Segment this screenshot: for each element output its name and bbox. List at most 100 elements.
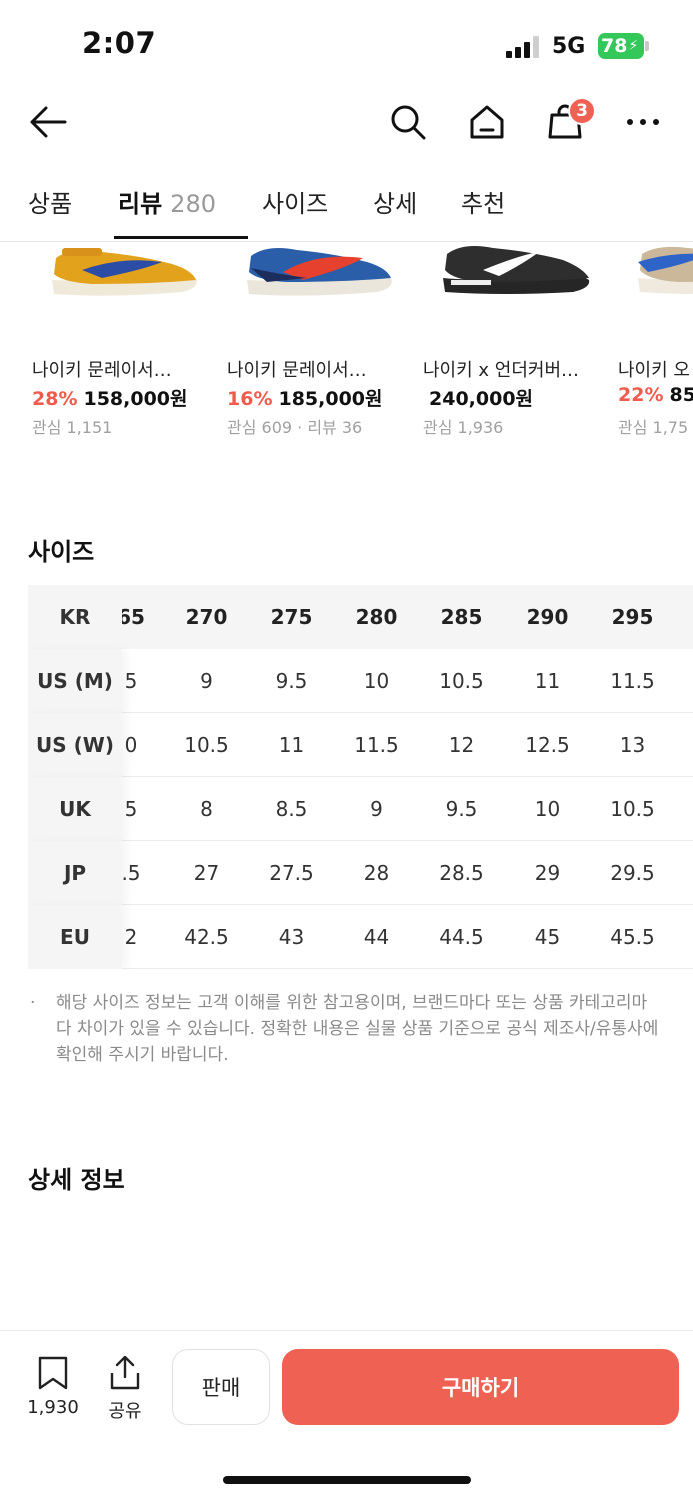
product-price: 185,000원 <box>278 388 383 410</box>
bottom-action-bar: 1,930 공유 판매 구매하기 <box>0 1330 693 1500</box>
tab-bar: 상품 리뷰 280 사이즈 상세 추천 <box>0 170 693 242</box>
size-cell: 11.5 <box>610 669 655 693</box>
product-image <box>423 242 603 342</box>
bullet-dot: · <box>30 993 36 1013</box>
size-cell: 285 <box>440 605 483 629</box>
buy-button[interactable]: 구매하기 <box>282 1349 679 1425</box>
product-meta: 관심 1,936 <box>423 418 504 437</box>
size-cell: 29 <box>534 861 561 885</box>
share-button[interactable]: 공유 <box>100 1355 150 1423</box>
search-icon[interactable] <box>386 100 430 144</box>
product-name: 나이키 x 언더커버… <box>423 360 580 381</box>
size-row-kr: KR 65 270 275 280 285 290 295 <box>28 585 693 649</box>
product-meta: 관심 1,75 <box>618 418 689 437</box>
size-cell: 275 <box>270 605 313 629</box>
product-meta: 관심 1,151 <box>32 418 113 437</box>
size-cell: 10.5 <box>610 797 655 821</box>
size-section-title: 사이즈 <box>28 538 95 566</box>
bookmark-button[interactable]: 1,930 <box>24 1355 82 1418</box>
size-cell: 12 <box>448 733 475 757</box>
product-card[interactable]: 나이키 문레이서… 16% 185,000원 관심 609 · 리뷰 36 <box>227 242 407 437</box>
size-cell: 28 <box>363 861 390 885</box>
size-cell: 10.5 <box>439 669 484 693</box>
recommended-products-carousel: 나이키 문레이서… 28% 158,000원 관심 1,151 나이키 문레이서…… <box>0 242 693 452</box>
home-indicator <box>223 1476 471 1484</box>
tab-review-label: 리뷰 <box>118 190 163 218</box>
size-row-label: US (M) <box>28 649 122 713</box>
size-row-uk: UK 5 8 8.5 9 9.5 10 10.5 <box>28 777 693 841</box>
product-price-row: 16% 185,000원 <box>227 384 383 411</box>
sell-button[interactable]: 판매 <box>172 1349 270 1425</box>
tab-active-indicator <box>114 236 248 239</box>
size-cell: 10.5 <box>184 733 229 757</box>
size-row-label: EU <box>28 905 122 969</box>
bookmark-count: 1,930 <box>27 1397 79 1418</box>
size-cell: 10 <box>534 797 561 821</box>
size-notice-text: 해당 사이즈 정보는 고객 이해를 위한 참고용이며, 브랜드마다 또는 상품 … <box>56 993 659 1065</box>
size-notice: · 해당 사이즈 정보는 고객 이해를 위한 참고용이며, 브랜드마다 또는 상… <box>30 990 660 1068</box>
size-cell: 9 <box>370 797 383 821</box>
back-arrow-icon[interactable] <box>26 100 70 144</box>
size-row-label: US (W) <box>28 713 122 777</box>
size-cell: 27 <box>193 861 220 885</box>
product-discount: 22% <box>618 384 664 406</box>
size-cell: 10 <box>363 669 390 693</box>
product-card[interactable]: 나이키 오 22% 85 관심 1,75 <box>618 242 693 437</box>
product-name: 나이키 오 <box>618 360 690 381</box>
size-cell: 280 <box>355 605 398 629</box>
battery-icon: 78 ⚡ <box>598 33 644 59</box>
product-price-row: 22% 85 <box>618 384 693 406</box>
size-cell: 9.5 <box>275 669 308 693</box>
share-icon <box>110 1355 140 1390</box>
size-cell: 28.5 <box>439 861 484 885</box>
tab-review-count: 280 <box>170 190 216 218</box>
tab-recommend[interactable]: 추천 <box>461 184 505 219</box>
product-discount: 16% <box>227 388 273 410</box>
product-price-row: 28% 158,000원 <box>32 384 188 411</box>
product-card[interactable]: 나이키 문레이서… 28% 158,000원 관심 1,151 <box>32 242 212 437</box>
size-row-label: JP <box>28 841 122 905</box>
size-cell: 270 <box>185 605 228 629</box>
cart-badge: 3 <box>568 97 596 125</box>
product-image <box>618 242 693 342</box>
size-row-label: KR <box>28 585 122 649</box>
size-cell: 29.5 <box>610 861 655 885</box>
size-cell: 44.5 <box>439 925 484 949</box>
size-cell: 11 <box>278 733 305 757</box>
product-price: 158,000원 <box>83 388 188 410</box>
size-cell: 8.5 <box>275 797 308 821</box>
product-name: 나이키 문레이서… <box>32 360 172 381</box>
size-cell: 45 <box>534 925 561 949</box>
product-image <box>227 242 407 342</box>
status-time: 2:07 <box>82 26 157 60</box>
size-cell: 44 <box>363 925 390 949</box>
size-cell: 12.5 <box>525 733 570 757</box>
product-price: 240,000원 <box>429 388 534 410</box>
size-cell: 11 <box>534 669 561 693</box>
size-cell: 9 <box>200 669 213 693</box>
detail-section-title: 상세 정보 <box>28 1166 125 1194</box>
product-discount: 28% <box>32 388 78 410</box>
battery-cap <box>645 41 649 51</box>
size-cell: 42.5 <box>184 925 229 949</box>
tab-detail[interactable]: 상세 <box>373 184 417 219</box>
size-cell: 45.5 <box>610 925 655 949</box>
home-icon[interactable] <box>465 100 509 144</box>
product-price-row: 240,000원 <box>423 384 533 411</box>
network-type: 5G <box>552 34 586 59</box>
size-cell: 8 <box>200 797 213 821</box>
product-card[interactable]: 나이키 x 언더커버… 240,000원 관심 1,936 <box>423 242 603 437</box>
battery-level: 78 <box>601 35 628 57</box>
size-row-jp: JP .5 27 27.5 28 28.5 29 29.5 <box>28 841 693 905</box>
size-cell: 9.5 <box>445 797 478 821</box>
tab-size[interactable]: 사이즈 <box>262 184 328 219</box>
more-icon[interactable] <box>621 100 665 144</box>
size-cell: 27.5 <box>269 861 314 885</box>
size-cell: 295 <box>611 605 654 629</box>
size-cell: 290 <box>526 605 569 629</box>
size-chart-table[interactable]: KR 65 270 275 280 285 290 295 US (M) 5 9… <box>28 585 693 969</box>
size-row-us-w: US (W) 0 10.5 11 11.5 12 12.5 13 <box>28 713 693 777</box>
tab-review[interactable]: 리뷰 280 <box>118 184 216 219</box>
tab-product[interactable]: 상품 <box>28 184 72 219</box>
size-cell: 13 <box>619 733 646 757</box>
